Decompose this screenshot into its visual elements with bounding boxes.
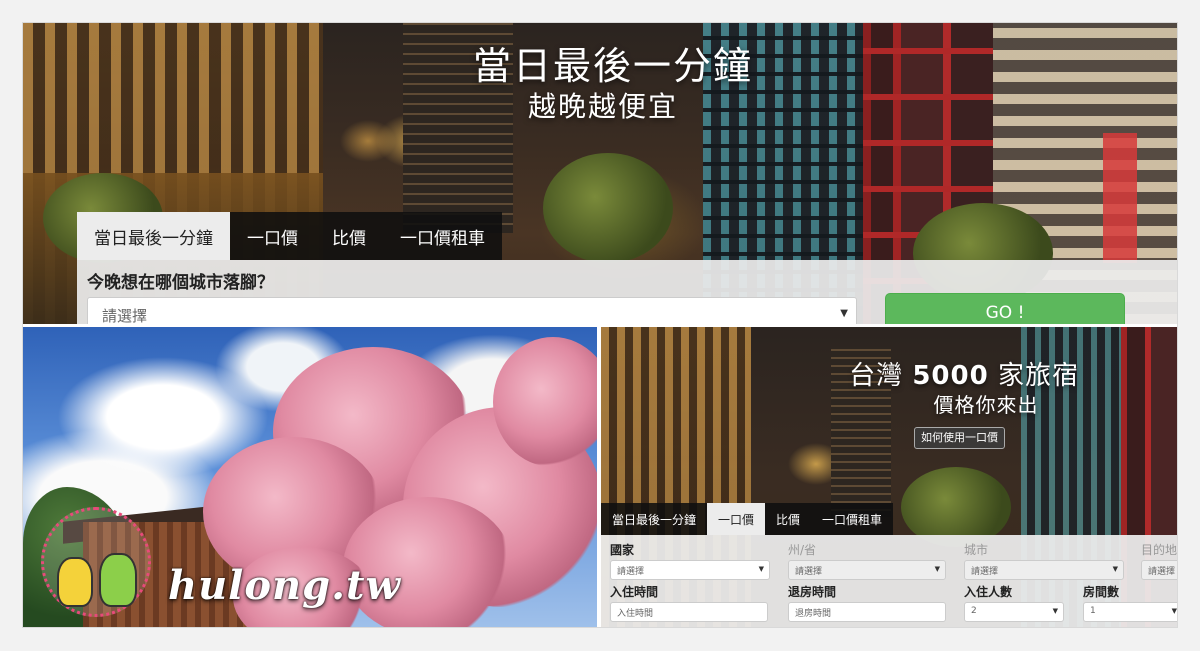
destination-select-value: 請選擇 xyxy=(1148,567,1176,577)
country-label: 國家 xyxy=(610,543,635,557)
checkin-label: 入住時間 xyxy=(610,585,659,599)
destination-select[interactable]: 請選擇 xyxy=(1141,560,1177,580)
fixed-price-title: 台灣 5000 家旅宿 xyxy=(829,355,1079,392)
fixed-price-banner: 台灣 5000 家旅宿 價格你來出 如何使用一口價 當日最後一分鐘 一口價 比價… xyxy=(601,327,1177,627)
collage-frame: 當日最後一分鐘 越晚越便宜 當日最後一分鐘 一口價 比價 一口價租車 今晚想在哪… xyxy=(23,23,1177,627)
city-select-value: 請選擇 xyxy=(971,567,999,577)
title-suffix: 家旅宿 xyxy=(997,361,1079,391)
guests-select[interactable]: 2 ▼ xyxy=(964,602,1064,622)
rooms-select-value: 1 xyxy=(1090,606,1096,616)
checkin-input[interactable]: 入住時間 xyxy=(610,602,768,622)
banner-title: 當日最後一分鐘 xyxy=(472,44,753,88)
city-question-label: 今晚想在哪個城市落腳？ xyxy=(87,273,274,293)
city-label: 城市 xyxy=(964,543,989,557)
state-label: 州/省 xyxy=(788,543,817,557)
checkout-label: 退房時間 xyxy=(788,585,837,599)
tab-compare[interactable]: 比價 xyxy=(315,212,383,260)
chevron-down-icon: ▼ xyxy=(1052,607,1058,615)
title-number: 5000 xyxy=(912,361,989,391)
cherry-blossom-photo: hulong.tw xyxy=(23,327,597,627)
rooms-select[interactable]: 1 ▼ xyxy=(1083,602,1177,622)
howto-button[interactable]: 如何使用一口價 xyxy=(914,427,1005,449)
last-minute-banner: 當日最後一分鐘 越晚越便宜 當日最後一分鐘 一口價 比價 一口價租車 今晚想在哪… xyxy=(23,23,1177,324)
guests-select-value: 2 xyxy=(971,606,977,616)
tab-last-minute[interactable]: 當日最後一分鐘 xyxy=(601,503,707,535)
tab-compare[interactable]: 比價 xyxy=(765,503,811,535)
tab-car-rental[interactable]: 一口價租車 xyxy=(811,503,893,535)
checkout-placeholder: 退房時間 xyxy=(795,609,832,619)
red-sign xyxy=(1103,133,1137,263)
fixed-price-form: 國家 請選擇 ▼ 州/省 請選擇 ▼ 城市 請選擇 ▼ 目的地 請選擇 入住時間… xyxy=(601,535,1177,627)
watermark-text: hulong.tw xyxy=(168,562,401,609)
go-button[interactable]: GO ! xyxy=(885,293,1125,324)
state-select-value: 請選擇 xyxy=(795,567,823,577)
tab-car-rental[interactable]: 一口價租車 xyxy=(383,212,502,260)
tiger-mascot-icon xyxy=(57,557,93,607)
chevron-down-icon: ▼ xyxy=(1171,607,1177,615)
rooms-label: 房間數 xyxy=(1083,585,1120,599)
city-select[interactable]: 請選擇 ▼ xyxy=(964,560,1124,580)
destination-label: 目的地 xyxy=(1141,543,1177,557)
tab-fixed-price[interactable]: 一口價 xyxy=(230,212,315,260)
guests-label: 入住人數 xyxy=(964,585,1013,599)
state-select[interactable]: 請選擇 ▼ xyxy=(788,560,946,580)
tab-last-minute[interactable]: 當日最後一分鐘 xyxy=(77,212,230,260)
city-select-value: 請選擇 xyxy=(102,307,148,324)
checkin-placeholder: 入住時間 xyxy=(617,609,654,619)
banner-subtitle: 越晚越便宜 xyxy=(527,90,678,123)
chevron-down-icon: ▼ xyxy=(840,308,848,319)
dragon-mascot-icon xyxy=(99,553,137,607)
checkout-input[interactable]: 退房時間 xyxy=(788,602,946,622)
city-select[interactable]: 請選擇 ▼ xyxy=(87,297,857,324)
tab-fixed-price[interactable]: 一口價 xyxy=(707,503,766,535)
country-select[interactable]: 請選擇 ▼ xyxy=(610,560,770,580)
fixed-price-subtitle: 價格你來出 xyxy=(933,393,1039,417)
chevron-down-icon: ▼ xyxy=(934,565,940,573)
booking-tabs: 當日最後一分鐘 一口價 比價 一口價租車 xyxy=(77,212,502,260)
chevron-down-icon: ▼ xyxy=(1112,565,1118,573)
country-select-value: 請選擇 xyxy=(617,567,645,577)
chevron-down-icon: ▼ xyxy=(758,565,764,573)
street-tree xyxy=(543,153,673,263)
booking-tabs: 當日最後一分鐘 一口價 比價 一口價租車 xyxy=(601,503,894,535)
title-prefix: 台灣 xyxy=(849,361,904,391)
last-minute-search-panel: 今晚想在哪個城市落腳？ 請選擇 ▼ GO ! xyxy=(77,260,1177,324)
